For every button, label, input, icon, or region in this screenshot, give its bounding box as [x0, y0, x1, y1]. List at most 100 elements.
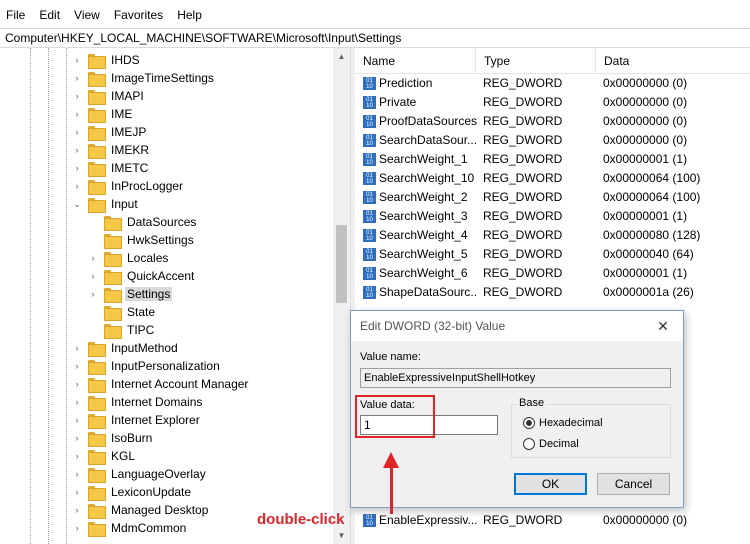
value-data: 0x00000080 (128)	[603, 228, 701, 242]
chevron-right-icon[interactable]: ›	[72, 393, 82, 411]
value-row[interactable]: 01 10 SearchDataSour... REG_DWORD 0x00000000…	[355, 131, 750, 150]
tree-item-ime[interactable]: › IME	[72, 105, 134, 123]
chevron-right-icon[interactable]: ›	[72, 123, 82, 141]
tree-scrollbar[interactable]: ▲ ▼	[333, 48, 350, 544]
chevron-down-icon[interactable]: ⌄	[72, 195, 82, 213]
chevron-right-icon[interactable]: ›	[72, 357, 82, 375]
value-row[interactable]: 01 10 ProofDataSources REG_DWORD 0x00000000 …	[355, 112, 750, 131]
chevron-right-icon[interactable]: ›	[88, 285, 98, 303]
chevron-right-icon[interactable]: ›	[72, 519, 82, 537]
column-type-header[interactable]: Type	[476, 48, 596, 74]
menu-favorites[interactable]: Favorites	[114, 8, 163, 22]
chevron-right-icon[interactable]: ›	[72, 483, 82, 501]
reg-dword-icon: 01 10	[363, 191, 376, 204]
address-bar[interactable]: Computer\HKEY_LOCAL_MACHINE\SOFTWARE\Mic…	[0, 28, 750, 48]
cancel-button[interactable]: Cancel	[597, 473, 670, 495]
chevron-right-icon[interactable]: ›	[72, 87, 82, 105]
column-name-header[interactable]: Name	[355, 48, 476, 74]
value-name: SearchWeight_10	[379, 171, 475, 185]
chevron-right-icon[interactable]: ›	[72, 69, 82, 87]
scroll-down-icon[interactable]: ▼	[333, 527, 350, 544]
chevron-right-icon[interactable]: ›	[72, 339, 82, 357]
tree-item-imetc[interactable]: › IMETC	[72, 159, 150, 177]
tree-item-label: TIPC	[127, 323, 155, 337]
tree-item-lexiconupdate[interactable]: › LexiconUpdate	[72, 483, 193, 501]
tree-item-languageoverlay[interactable]: › LanguageOverlay	[72, 465, 208, 483]
folder-icon	[88, 431, 106, 447]
chevron-right-icon[interactable]: ›	[72, 141, 82, 159]
chevron-right-icon[interactable]: ›	[88, 249, 98, 267]
value-row[interactable]: 01 10 ShapeDataSourc... REG_DWORD 0x0000001a…	[355, 283, 750, 302]
menu-view[interactable]: View	[74, 8, 100, 22]
scroll-up-icon[interactable]: ▲	[333, 48, 350, 65]
tree-item-inproclogger[interactable]: › InProcLogger	[72, 177, 185, 195]
folder-icon	[88, 359, 106, 375]
column-data-header[interactable]: Data	[596, 48, 750, 74]
chevron-right-icon[interactable]: ›	[72, 465, 82, 483]
value-row-enable-expressive[interactable]: 01 10 EnableExpressiv... REG_DWORD 0x0000…	[355, 511, 750, 530]
tree-item-label: LanguageOverlay	[111, 467, 206, 481]
value-row[interactable]: 01 10 Prediction REG_DWORD 0x00000000 (0)	[355, 74, 750, 93]
tree-item-locales[interactable]: › Locales	[88, 249, 170, 267]
chevron-right-icon[interactable]: ›	[72, 375, 82, 393]
ok-button[interactable]: OK	[514, 473, 587, 495]
tree-item-label: ImageTimeSettings	[111, 71, 214, 85]
tree-item-state[interactable]: State	[88, 303, 157, 321]
tree-item-mdmcommon[interactable]: › MdmCommon	[72, 519, 188, 537]
chevron-right-icon[interactable]: ›	[72, 411, 82, 429]
tree-item-internet-domains[interactable]: › Internet Domains	[72, 393, 204, 411]
value-name: SearchWeight_6	[379, 266, 468, 280]
value-name-field: EnableExpressiveInputShellHotkey	[360, 368, 671, 388]
decimal-radio[interactable]: Decimal	[523, 438, 579, 450]
value-row[interactable]: 01 10 SearchWeight_1 REG_DWORD 0x00000001 (1…	[355, 150, 750, 169]
value-row[interactable]: 01 10 SearchWeight_6 REG_DWORD 0x00000001 (1…	[355, 264, 750, 283]
folder-icon	[88, 413, 106, 429]
hexadecimal-radio[interactable]: Hexadecimal	[523, 417, 603, 429]
tree-item-imagetimesettings[interactable]: › ImageTimeSettings	[72, 69, 216, 87]
chevron-right-icon[interactable]: ›	[72, 177, 82, 195]
tree-item-hwksettings[interactable]: HwkSettings	[88, 231, 196, 249]
value-data: 0x00000000 (0)	[603, 95, 688, 109]
chevron-right-icon	[88, 231, 98, 249]
tree-item-imapi[interactable]: › IMAPI	[72, 87, 146, 105]
value-row[interactable]: 01 10 SearchWeight_5 REG_DWORD 0x00000040 (6…	[355, 245, 750, 264]
chevron-right-icon[interactable]: ›	[72, 51, 82, 69]
chevron-right-icon[interactable]: ›	[88, 267, 98, 285]
value-row[interactable]: 01 10 Private REG_DWORD 0x00000000 (0)	[355, 93, 750, 112]
value-row[interactable]: 01 10 SearchWeight_4 REG_DWORD 0x00000080 (1…	[355, 226, 750, 245]
tree-item-settings[interactable]: › Settings	[88, 285, 173, 303]
value-row[interactable]: 01 10 SearchWeight_2 REG_DWORD 0x00000064 (1…	[355, 188, 750, 207]
chevron-right-icon[interactable]: ›	[72, 501, 82, 519]
close-icon[interactable]: ✕	[653, 311, 673, 341]
tree-item-label: IHDS	[111, 53, 140, 67]
tree-item-isoburn[interactable]: › IsoBurn	[72, 429, 154, 447]
chevron-right-icon[interactable]: ›	[72, 105, 82, 123]
tree-item-imekr[interactable]: › IMEKR	[72, 141, 151, 159]
tree-item-ihds[interactable]: › IHDS	[72, 51, 142, 69]
scroll-thumb[interactable]	[336, 225, 347, 303]
value-type: REG_DWORD	[483, 209, 563, 223]
value-row[interactable]: 01 10 SearchWeight_3 REG_DWORD 0x00000001 (1…	[355, 207, 750, 226]
chevron-right-icon[interactable]: ›	[72, 429, 82, 447]
tree-item-imejp[interactable]: › IMEJP	[72, 123, 148, 141]
tree-item-kgl[interactable]: › KGL	[72, 447, 137, 465]
tree-item-managed-desktop[interactable]: › Managed Desktop	[72, 501, 210, 519]
tree-item-internet-account-manager[interactable]: › Internet Account Manager	[72, 375, 250, 393]
tree-item-inputpersonalization[interactable]: › InputPersonalization	[72, 357, 222, 375]
tree-item-label: State	[127, 305, 156, 319]
tree-item-internet-explorer[interactable]: › Internet Explorer	[72, 411, 202, 429]
tree-item-input[interactable]: ⌄ Input	[72, 195, 140, 213]
tree-item-inputmethod[interactable]: › InputMethod	[72, 339, 180, 357]
menu-help[interactable]: Help	[177, 8, 202, 22]
value-data: 0x00000000 (0)	[603, 114, 688, 128]
value-row[interactable]: 01 10 SearchWeight_10 REG_DWORD 0x00000064 (…	[355, 169, 750, 188]
tree-item-datasources[interactable]: DataSources	[88, 213, 198, 231]
chevron-right-icon[interactable]: ›	[72, 447, 82, 465]
value-type: REG_DWORD	[483, 228, 563, 242]
menu-file[interactable]: File	[6, 8, 25, 22]
menu-edit[interactable]: Edit	[39, 8, 60, 22]
tree-item-tipc[interactable]: TIPC	[88, 321, 156, 339]
chevron-right-icon[interactable]: ›	[72, 159, 82, 177]
tree-item-quickaccent[interactable]: › QuickAccent	[88, 267, 196, 285]
value-data: 0x00000001 (1)	[603, 209, 688, 223]
